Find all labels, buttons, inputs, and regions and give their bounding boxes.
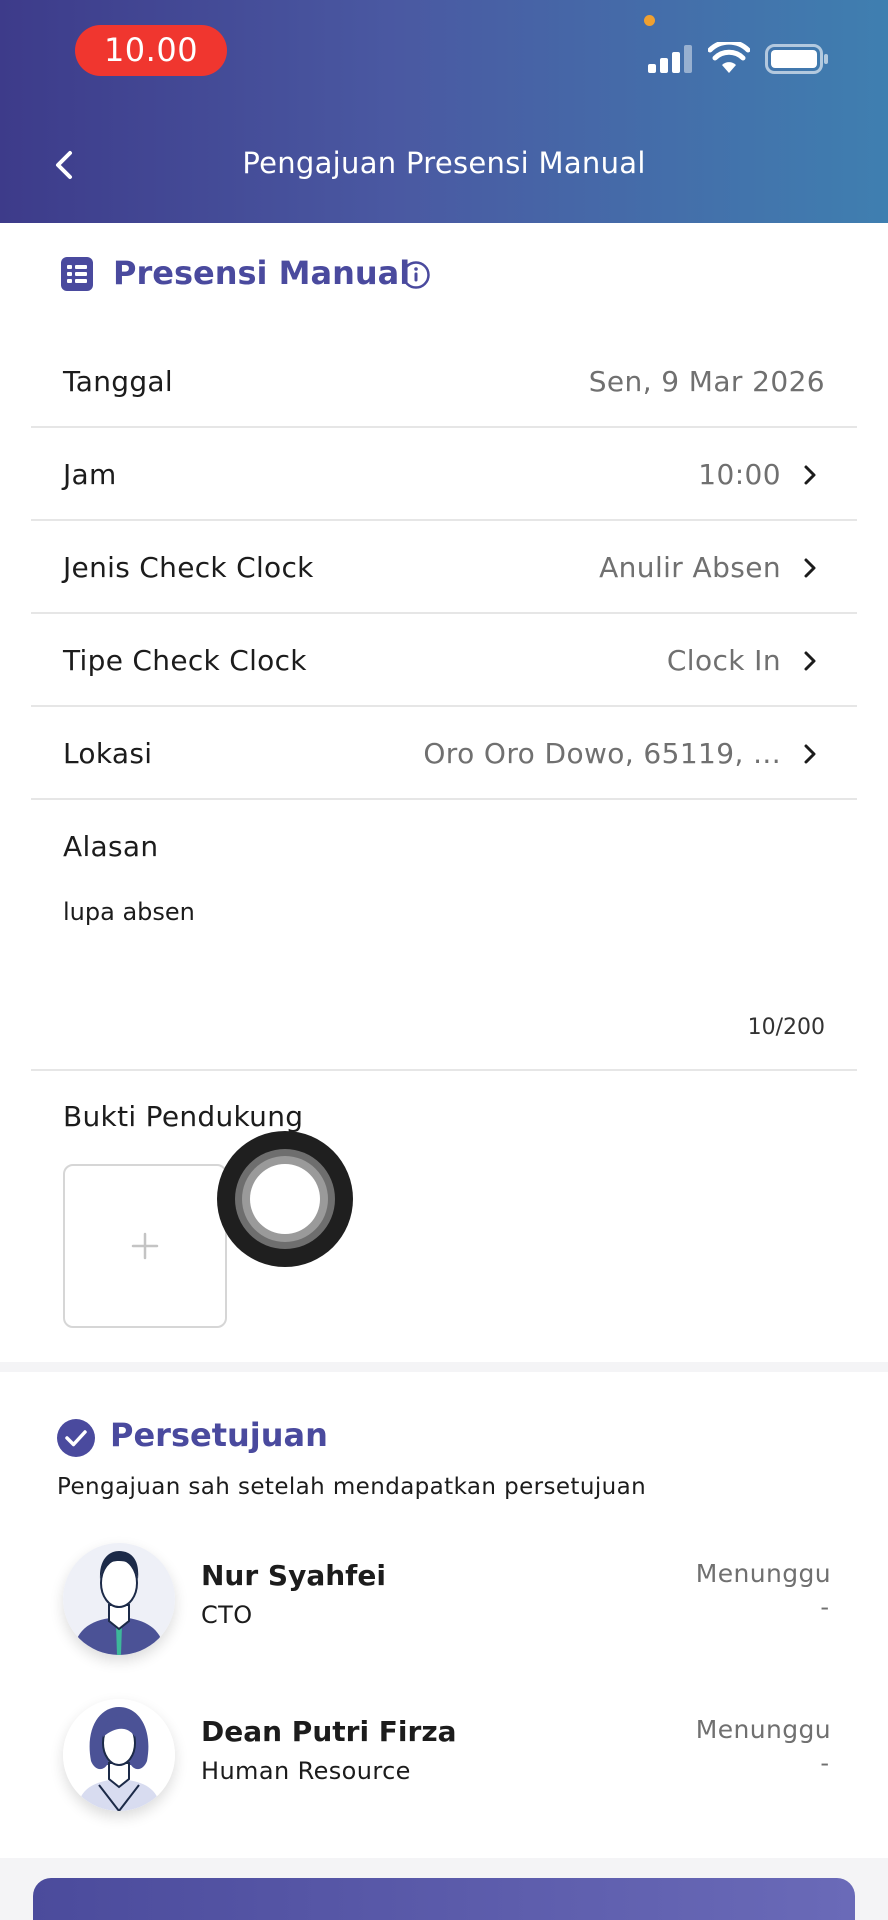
row-value: Sen, 9 Mar 2026: [588, 365, 825, 398]
status-time: 10.00: [75, 25, 227, 76]
approver-role: Human Resource: [201, 1757, 411, 1785]
approval-title: Persetujuan: [110, 1416, 328, 1454]
row-value: Clock In: [666, 644, 781, 677]
approval-status: Menunggu: [695, 1715, 831, 1744]
row-label: Tipe Check Clock: [63, 644, 307, 677]
approver-name: Nur Syahfei: [201, 1559, 386, 1592]
alasan-field[interactable]: Alasan lupa absen 10/200: [31, 800, 857, 1071]
section-divider: [0, 1362, 888, 1372]
approver-item: Dean Putri Firza Human Resource Menunggu…: [0, 1699, 888, 1829]
section-title: Presensi Manual: [113, 254, 411, 292]
row-tipe-check-clock[interactable]: Tipe Check Clock Clock In: [31, 614, 857, 707]
row-value: Anulir Absen: [599, 551, 781, 584]
row-label: Jenis Check Clock: [63, 551, 314, 584]
check-circle-icon: [57, 1419, 95, 1457]
submit-button[interactable]: [33, 1878, 855, 1920]
approval-note: -: [820, 1593, 829, 1621]
row-label: Jam: [63, 458, 117, 491]
privacy-indicator-dot: [644, 15, 655, 26]
alasan-label: Alasan: [63, 830, 159, 863]
bukti-label: Bukti Pendukung: [63, 1100, 304, 1133]
approval-status: Menunggu: [695, 1559, 831, 1588]
alasan-input[interactable]: lupa absen: [63, 898, 195, 926]
chevron-right-icon: [804, 465, 816, 485]
avatar: [63, 1699, 175, 1811]
row-value: Oro Oro Dowo, 65119, ...: [423, 737, 781, 770]
cellular-signal-icon: [648, 45, 692, 73]
chevron-right-icon: [804, 744, 816, 764]
battery-icon: [765, 44, 828, 74]
row-tanggal: Tanggal Sen, 9 Mar 2026: [31, 335, 857, 428]
wifi-icon: [708, 42, 750, 73]
approver-name: Dean Putri Firza: [201, 1715, 457, 1748]
male-avatar-icon: [63, 1543, 175, 1655]
row-jam[interactable]: Jam 10:00: [31, 428, 857, 521]
row-jenis-check-clock[interactable]: Jenis Check Clock Anulir Absen: [31, 521, 857, 614]
chevron-right-icon: [804, 558, 816, 578]
approval-subtitle: Pengajuan sah setelah mendapatkan perset…: [57, 1474, 647, 1500]
row-label: Tanggal: [63, 365, 173, 398]
approver-item: Nur Syahfei CTO Menunggu -: [0, 1543, 888, 1673]
plus-icon: [131, 1232, 159, 1260]
female-avatar-icon: [63, 1699, 175, 1811]
avatar: [63, 1543, 175, 1655]
assistive-touch-icon[interactable]: [216, 1130, 354, 1268]
upload-attachment-button[interactable]: [63, 1164, 227, 1328]
row-lokasi[interactable]: Lokasi Oro Oro Dowo, 65119, ...: [31, 707, 857, 800]
page-title: Pengajuan Presensi Manual: [242, 146, 646, 180]
info-icon[interactable]: [401, 260, 431, 290]
row-label: Lokasi: [63, 737, 153, 770]
approval-note: -: [820, 1749, 829, 1777]
app-header: 10.00 Pengajuan Presensi Manual: [0, 0, 888, 223]
row-value: 10:00: [698, 458, 781, 491]
approver-role: CTO: [201, 1601, 253, 1629]
chevron-right-icon: [804, 651, 816, 671]
char-counter: 10/200: [747, 1015, 825, 1040]
list-form-icon: [61, 257, 93, 291]
